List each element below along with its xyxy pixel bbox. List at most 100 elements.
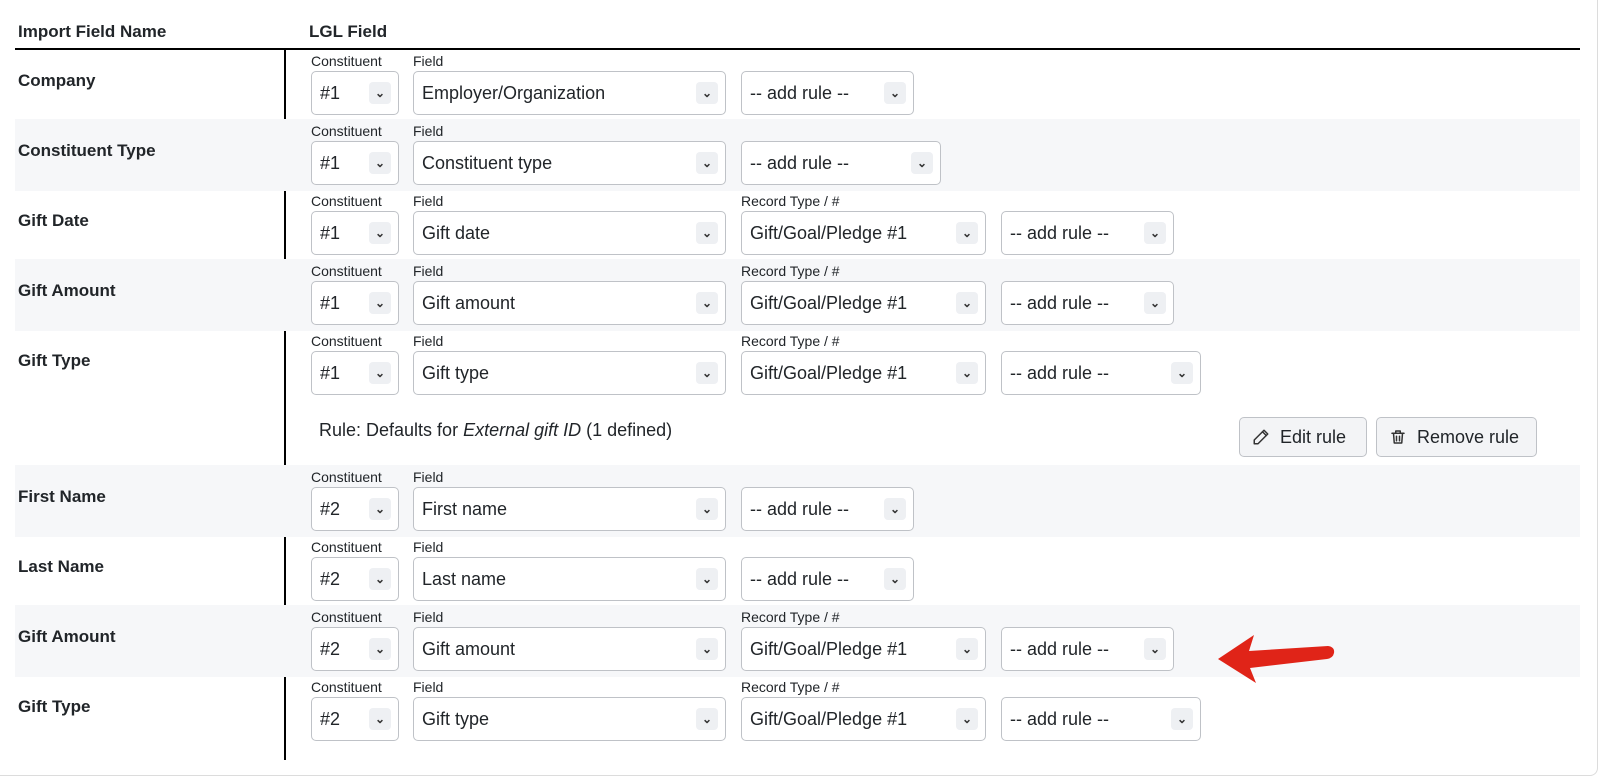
field-caption: Field xyxy=(413,53,444,69)
constituent-select[interactable]: #1 ⌄ xyxy=(311,281,399,325)
add-rule-select[interactable]: -- add rule -- ⌄ xyxy=(741,141,941,185)
import-field-name: First Name xyxy=(18,487,106,506)
mapping-row-constituent-type: Constituent Type Constituent Field #1 ⌄ C… xyxy=(15,119,1580,191)
field-select[interactable]: Last name ⌄ xyxy=(413,557,726,601)
field-select[interactable]: Gift type ⌄ xyxy=(413,697,726,741)
chevron-down-icon: ⌄ xyxy=(696,498,718,520)
record-type-select[interactable]: Gift/Goal/Pledge #1 ⌄ xyxy=(741,697,986,741)
chevron-down-icon: ⌄ xyxy=(369,292,391,314)
trash-icon xyxy=(1391,430,1405,444)
mapping-row-company: Company Constituent Field #1 ⌄ Employer/O… xyxy=(15,49,1580,121)
chevron-down-icon: ⌄ xyxy=(369,638,391,660)
mapping-row-gift-amount: Gift Amount Constituent Field Record Typ… xyxy=(15,259,1580,331)
constituent-caption: Constituent xyxy=(311,539,382,555)
rule-field-name: External gift ID xyxy=(463,420,582,440)
constituent-select[interactable]: #2 ⌄ xyxy=(311,697,399,741)
chevron-down-icon: ⌄ xyxy=(1171,362,1193,384)
field-caption: Field xyxy=(413,333,444,349)
rule-description: Rule: Defaults for External gift ID (1 d… xyxy=(319,420,673,440)
constituent-select[interactable]: #1 ⌄ xyxy=(311,211,399,255)
field-select[interactable]: Constituent type ⌄ xyxy=(413,141,726,185)
import-field-name: Constituent Type xyxy=(18,141,156,160)
chevron-down-icon: ⌄ xyxy=(369,568,391,590)
constituent-caption: Constituent xyxy=(311,469,382,485)
constituent-caption: Constituent xyxy=(311,679,382,695)
field-select[interactable]: Gift date ⌄ xyxy=(413,211,726,255)
field-select[interactable]: Employer/Organization ⌄ xyxy=(413,71,726,115)
add-rule-select[interactable]: -- add rule -- ⌄ xyxy=(1001,211,1174,255)
chevron-down-icon: ⌄ xyxy=(696,638,718,660)
chevron-down-icon: ⌄ xyxy=(1144,638,1166,660)
chevron-down-icon: ⌄ xyxy=(956,708,978,730)
chevron-down-icon: ⌄ xyxy=(696,222,718,244)
chevron-down-icon: ⌄ xyxy=(369,362,391,384)
mapping-row-first-name: First Name Constituent Field #2 ⌄ First n… xyxy=(15,465,1580,537)
chevron-down-icon: ⌄ xyxy=(911,152,933,174)
lgl-field-header: LGL Field xyxy=(309,22,388,41)
mapping-row-gift-amount: Gift Amount Constituent Field Record Typ… xyxy=(15,605,1580,677)
record-type-select[interactable]: Gift/Goal/Pledge #1 ⌄ xyxy=(741,281,986,325)
chevron-down-icon: ⌄ xyxy=(369,498,391,520)
constituent-select[interactable]: #2 ⌄ xyxy=(311,557,399,601)
field-caption: Field xyxy=(413,193,444,209)
record-type-select[interactable]: Gift/Goal/Pledge #1 ⌄ xyxy=(741,627,986,671)
edit-rule-button[interactable]: Edit rule xyxy=(1239,417,1367,457)
chevron-down-icon: ⌄ xyxy=(369,222,391,244)
table-header: Import Field Name LGL Field xyxy=(15,0,1580,50)
mapping-row-gift-date: Gift Date Constituent Field Record Type … xyxy=(15,189,1580,261)
add-rule-select[interactable]: -- add rule -- ⌄ xyxy=(1001,281,1174,325)
field-caption: Field xyxy=(413,609,444,625)
chevron-down-icon: ⌄ xyxy=(956,362,978,384)
field-select[interactable]: Gift amount ⌄ xyxy=(413,281,726,325)
field-caption: Field xyxy=(413,539,444,555)
chevron-down-icon: ⌄ xyxy=(1144,292,1166,314)
add-rule-select[interactable]: -- add rule -- ⌄ xyxy=(1001,627,1174,671)
import-field-name: Gift Amount xyxy=(18,281,116,300)
record-type-caption: Record Type / # xyxy=(741,263,840,279)
add-rule-select[interactable]: -- add rule -- ⌄ xyxy=(1001,351,1201,395)
record-type-select[interactable]: Gift/Goal/Pledge #1 ⌄ xyxy=(741,211,986,255)
constituent-select[interactable]: #1 ⌄ xyxy=(311,351,399,395)
record-type-caption: Record Type / # xyxy=(741,333,840,349)
import-field-name: Gift Type xyxy=(18,351,91,370)
field-caption: Field xyxy=(413,679,444,695)
constituent-select[interactable]: #1 ⌄ xyxy=(311,71,399,115)
chevron-down-icon: ⌄ xyxy=(884,568,906,590)
constituent-caption: Constituent xyxy=(311,333,382,349)
import-field-name: Company xyxy=(18,71,96,90)
chevron-down-icon: ⌄ xyxy=(369,82,391,104)
add-rule-select[interactable]: -- add rule -- ⌄ xyxy=(741,71,914,115)
chevron-down-icon: ⌄ xyxy=(696,82,718,104)
field-select[interactable]: Gift type ⌄ xyxy=(413,351,726,395)
chevron-down-icon: ⌄ xyxy=(884,498,906,520)
constituent-caption: Constituent xyxy=(311,53,382,69)
record-type-select[interactable]: Gift/Goal/Pledge #1 ⌄ xyxy=(741,351,986,395)
add-rule-select[interactable]: -- add rule -- ⌄ xyxy=(741,557,914,601)
constituent-caption: Constituent xyxy=(311,263,382,279)
chevron-down-icon: ⌄ xyxy=(884,82,906,104)
chevron-down-icon: ⌄ xyxy=(696,152,718,174)
field-select[interactable]: First name ⌄ xyxy=(413,487,726,531)
mapping-row-last-name: Last Name Constituent Field #2 ⌄ Last nam… xyxy=(15,535,1580,607)
constituent-select[interactable]: #2 ⌄ xyxy=(311,627,399,671)
rule-info-row: Rule: Defaults for External gift ID (1 d… xyxy=(15,405,1580,465)
record-type-caption: Record Type / # xyxy=(741,679,840,695)
import-field-name-header: Import Field Name xyxy=(18,22,167,41)
add-rule-select[interactable]: -- add rule -- ⌄ xyxy=(741,487,914,531)
chevron-down-icon: ⌄ xyxy=(369,152,391,174)
constituent-select[interactable]: #1 ⌄ xyxy=(311,141,399,185)
mapping-row-gift-type: Gift Type Constituent Field Record Type … xyxy=(15,329,1580,401)
field-select[interactable]: Gift amount ⌄ xyxy=(413,627,726,671)
chevron-down-icon: ⌄ xyxy=(1171,708,1193,730)
record-type-caption: Record Type / # xyxy=(741,193,840,209)
import-field-name: Gift Type xyxy=(18,697,91,716)
mapping-row-gift-type: Gift Type Constituent Field Record Type … xyxy=(15,675,1580,747)
remove-rule-button[interactable]: Remove rule xyxy=(1376,417,1537,457)
chevron-down-icon: ⌄ xyxy=(696,708,718,730)
add-rule-select[interactable]: -- add rule -- ⌄ xyxy=(1001,697,1201,741)
field-caption: Field xyxy=(413,123,444,139)
field-caption: Field xyxy=(413,263,444,279)
constituent-select[interactable]: #2 ⌄ xyxy=(311,487,399,531)
import-field-name: Gift Date xyxy=(18,211,89,230)
constituent-caption: Constituent xyxy=(311,193,382,209)
